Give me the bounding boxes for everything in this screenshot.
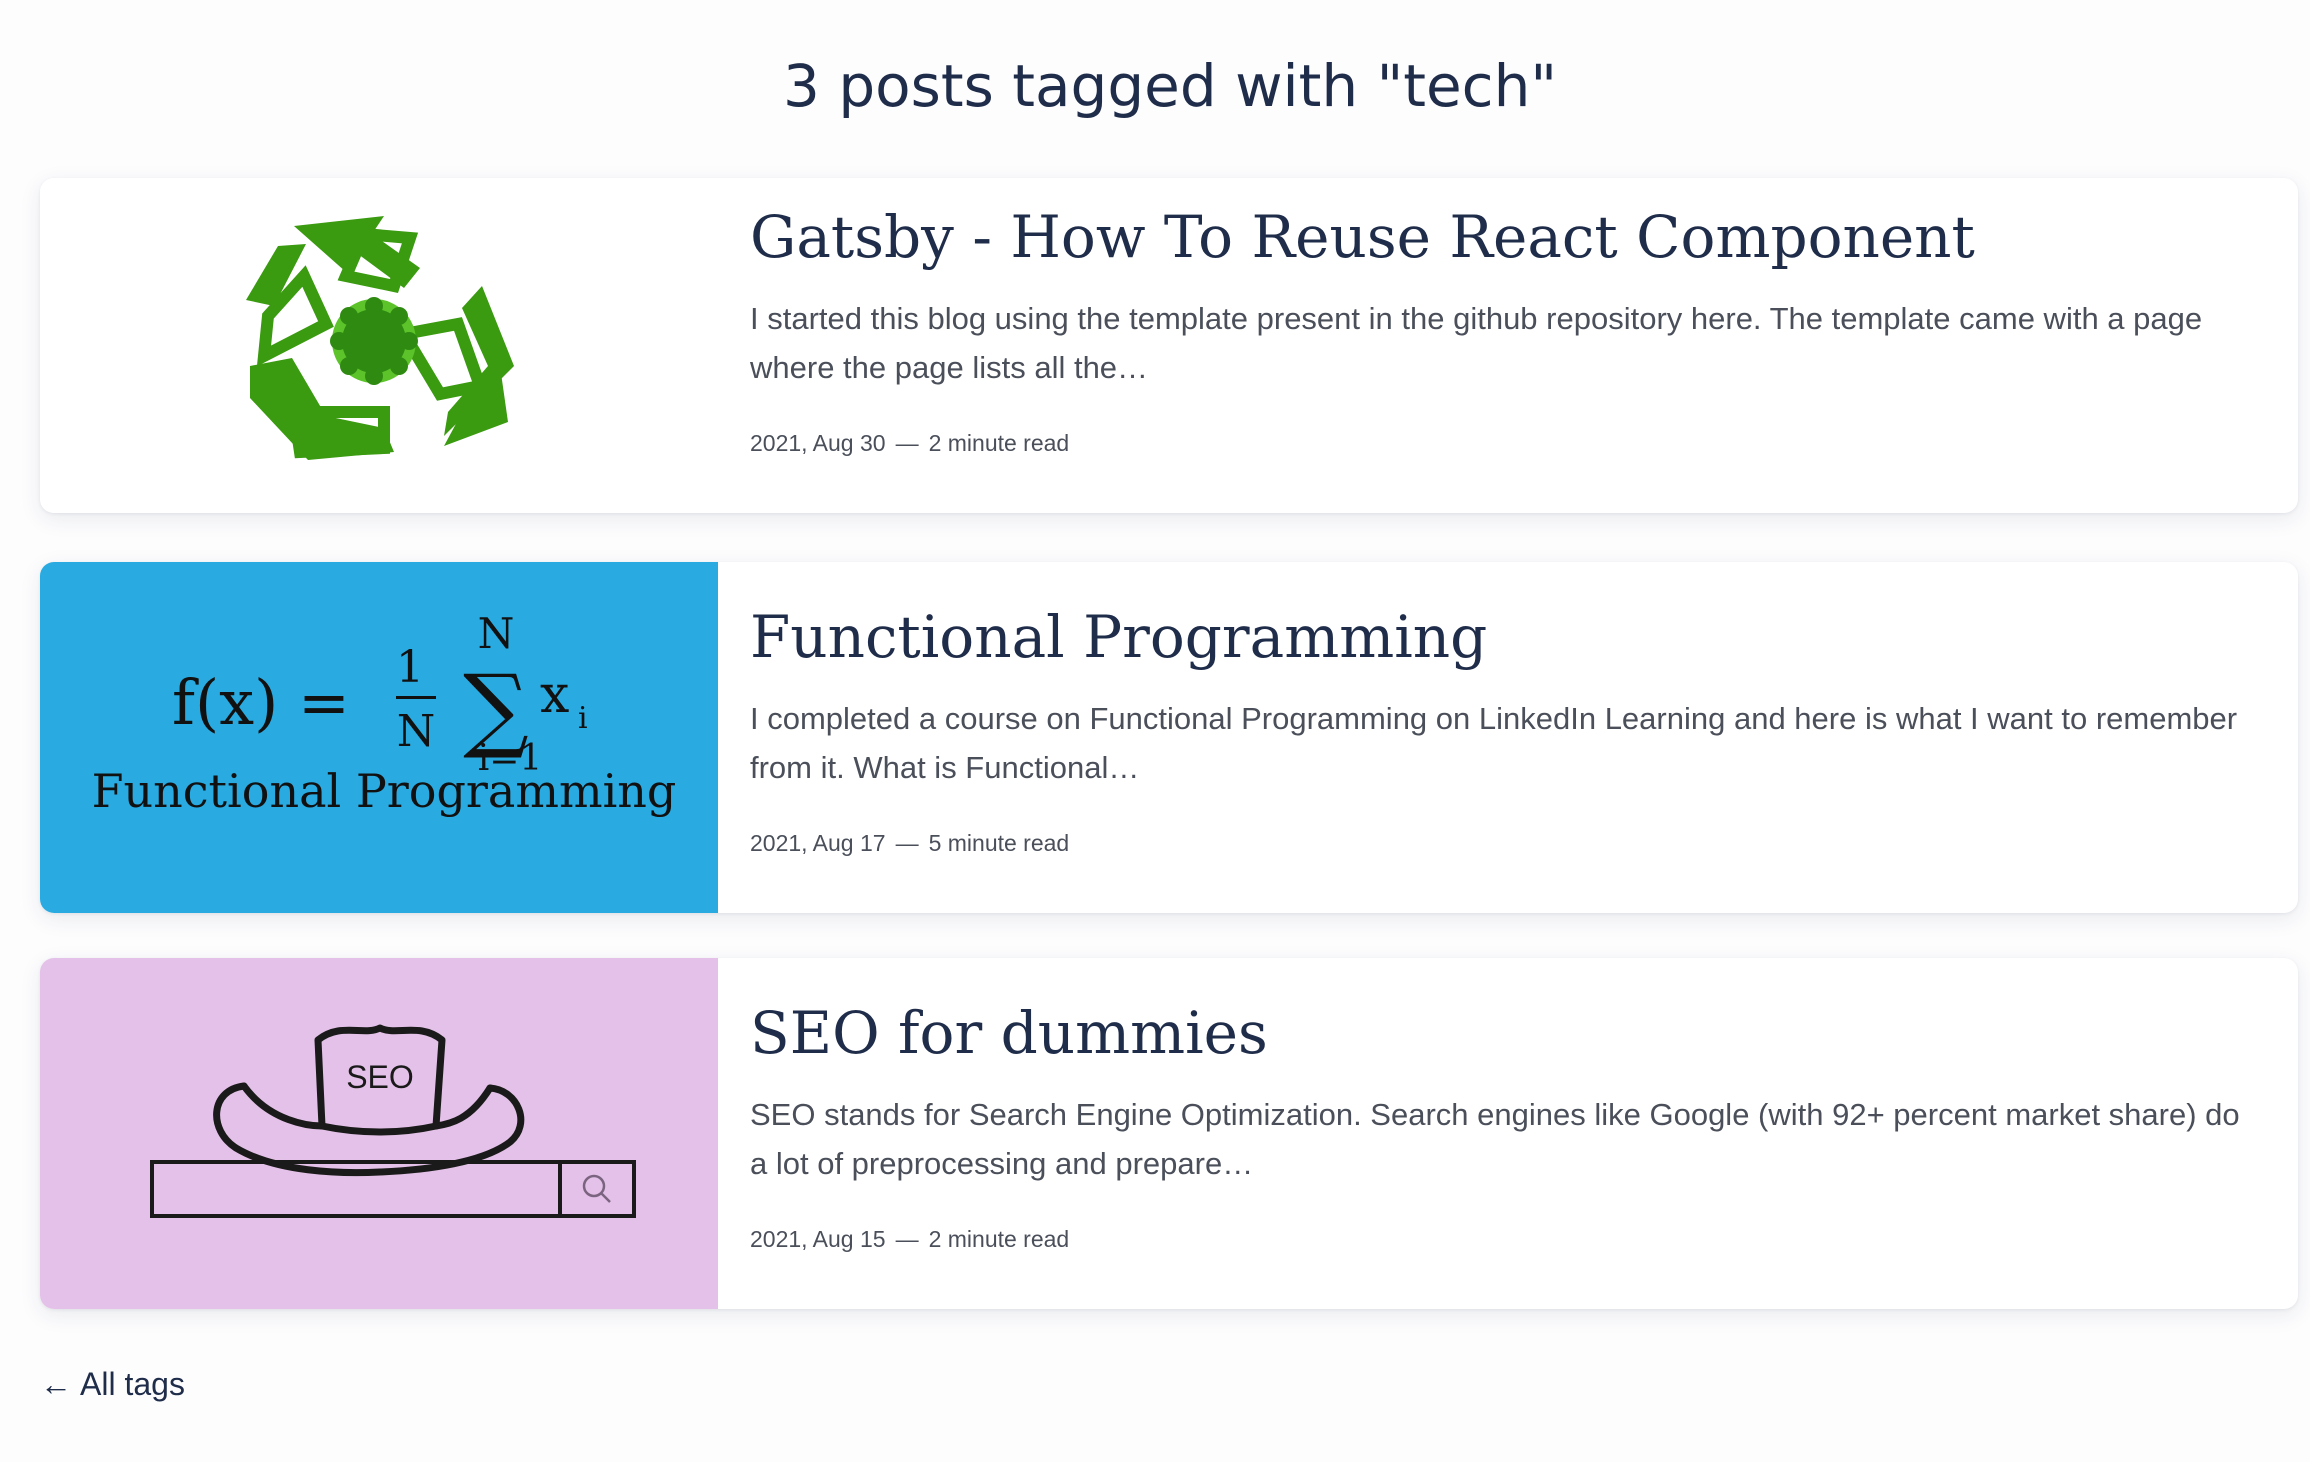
post-body: Gatsby - How To Reuse React Component I … bbox=[750, 178, 2258, 457]
sum-subscript: i bbox=[578, 701, 588, 736]
post-card[interactable]: SEO SEO for dummies SEO stands for Searc… bbox=[40, 958, 2298, 1309]
post-thumbnail[interactable] bbox=[40, 178, 718, 513]
all-tags-label: All tags bbox=[80, 1366, 185, 1402]
sum-upper-limit: N bbox=[478, 609, 515, 658]
thumbnail-caption: Functional Programming bbox=[92, 764, 677, 818]
hat-label: SEO bbox=[346, 1059, 414, 1095]
functional-programming-formula: f(x) = 1 N N ∑ x i i=1 Functional Progra… bbox=[92, 609, 677, 818]
post-date: 2021, Aug 15 bbox=[750, 1226, 886, 1252]
page-title: 3 posts tagged with "tech" bbox=[782, 52, 1558, 120]
seo-hat-icon: SEO bbox=[150, 1024, 636, 1218]
meta-separator: — bbox=[895, 430, 919, 456]
post-body: Functional Programming I completed a cou… bbox=[750, 562, 2258, 857]
all-tags-link[interactable]: ← All tags bbox=[40, 1366, 185, 1403]
tag-page: 3 posts tagged with "tech" Gatsby - How … bbox=[0, 0, 2310, 1462]
formula-numerator: 1 bbox=[396, 642, 424, 693]
post-read-time: 5 minute read bbox=[928, 830, 1070, 856]
post-thumbnail[interactable]: SEO bbox=[40, 958, 718, 1309]
post-read-time: 2 minute read bbox=[928, 430, 1070, 456]
post-meta: 2021, Aug 30 — 2 minute read bbox=[750, 430, 2258, 457]
post-date: 2021, Aug 30 bbox=[750, 430, 886, 456]
recycle-icon bbox=[246, 215, 514, 460]
formula-denominator: N bbox=[397, 706, 436, 757]
post-meta: 2021, Aug 15 — 2 minute read bbox=[750, 1226, 2258, 1253]
search-icon bbox=[582, 1174, 611, 1203]
sum-variable: x bbox=[540, 665, 569, 725]
post-card[interactable]: f(x) = 1 N N ∑ x i i=1 Functional Progra… bbox=[40, 562, 2298, 913]
formula-lhs: f(x) = bbox=[172, 666, 350, 739]
fraction-bar bbox=[396, 696, 436, 699]
post-date: 2021, Aug 17 bbox=[750, 830, 886, 856]
post-meta: 2021, Aug 17 — 5 minute read bbox=[750, 830, 2258, 857]
search-button-illustration bbox=[558, 1160, 636, 1218]
meta-separator: — bbox=[895, 1226, 919, 1252]
post-read-time: 2 minute read bbox=[928, 1226, 1070, 1252]
post-body: SEO for dummies SEO stands for Search En… bbox=[750, 958, 2258, 1253]
post-title[interactable]: Functional Programming bbox=[750, 602, 2258, 672]
post-title[interactable]: Gatsby - How To Reuse React Component bbox=[750, 202, 2258, 272]
post-excerpt: I started this blog using the template p… bbox=[750, 301, 2203, 385]
post-excerpt: SEO stands for Search Engine Optimizatio… bbox=[750, 1097, 2240, 1181]
post-thumbnail[interactable]: f(x) = 1 N N ∑ x i i=1 Functional Progra… bbox=[40, 562, 718, 913]
back-arrow-icon: ← bbox=[40, 1366, 72, 1402]
post-excerpt: I completed a course on Functional Progr… bbox=[750, 701, 2238, 785]
post-card[interactable]: Gatsby - How To Reuse React Component I … bbox=[40, 178, 2298, 513]
post-title[interactable]: SEO for dummies bbox=[750, 998, 2258, 1068]
meta-separator: — bbox=[895, 830, 919, 856]
